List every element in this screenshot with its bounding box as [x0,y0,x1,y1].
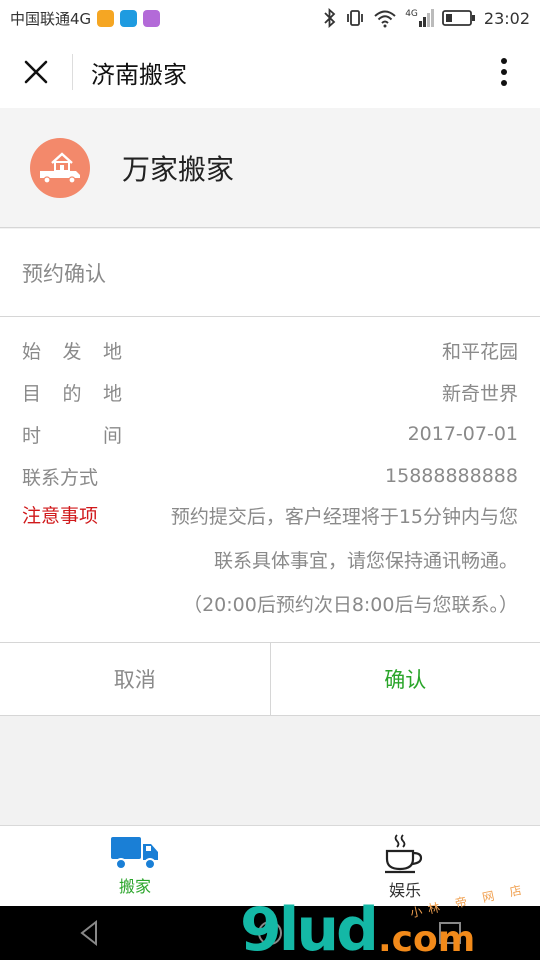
tab-entertainment[interactable]: 娱乐 [270,826,540,906]
destination-label-char: 目 [22,382,42,405]
company-name: 万家搬家 [122,152,235,186]
notice-line: （20:00后预约次日8:00后与您联系。） [183,594,518,616]
confirmation-title: 预约确认 [0,229,540,317]
carrier-label: 中国联通4G [10,9,92,28]
vibrate-icon [347,10,364,26]
destination-row: 目 的 地 新奇世界 [22,371,518,413]
confirm-button[interactable]: 确认 [271,643,540,715]
coffee-cup-icon [385,834,423,874]
confirmation-card: 预约确认 始 发 地 和平花园 目 的 地 新奇世界 时 间 2017-07-0… [0,229,540,642]
close-icon [24,60,48,84]
destination-label: 目 的 地 [22,379,122,406]
tab-bar: 搬家 娱乐 [0,825,540,906]
notice-label: 注意事项 [22,505,99,527]
system-nav-bar [0,906,540,960]
notice-line: 联系具体事宜，请您保持通讯畅通。 [213,550,518,572]
recents-icon[interactable] [436,919,464,947]
bluetooth-icon [324,8,336,28]
close-button[interactable] [0,36,72,108]
time-label-char: 间 [102,424,122,447]
battery-icon [441,10,475,26]
time-label-char: 时 [22,424,42,447]
time-row: 时 间 2017-07-01 [22,413,518,455]
message-app-icon [120,9,138,27]
cancel-button[interactable]: 取消 [0,643,271,715]
network-type-label: 4G [405,9,418,19]
more-vertical-icon [501,58,507,86]
contact-row: 联系方式 15888888888 [22,455,518,497]
time-label: 时 间 [22,421,122,448]
wifi-icon [374,10,396,28]
destination-label-char: 地 [102,382,122,405]
origin-label-char: 地 [102,340,122,363]
notification-app-icon [97,9,115,27]
status-left: 中国联通4G [10,8,161,29]
origin-label-char: 发 [62,340,82,363]
notice-text: 预约提交后，客户经理将于15分钟内与您 联系具体事宜，请您保持通讯畅通。 （20… [132,495,518,627]
gallery-app-icon [143,9,161,27]
company-header: 万家搬家 [0,108,540,228]
signal-icon: 4G [405,9,434,27]
company-logo [30,137,90,198]
destination-label-char: 的 [62,382,82,405]
action-bar: 取消 确认 [0,642,540,716]
notice-line: 预约提交后，客户经理将于15分钟内与您 [170,506,518,528]
moving-truck-house-icon [40,151,80,184]
home-icon[interactable] [256,919,284,947]
origin-row: 始 发 地 和平花园 [22,329,518,371]
page-title: 济南搬家 [91,60,187,89]
contact-value: 15888888888 [385,465,518,487]
clock: 23:02 [483,8,530,28]
destination-value: 新奇世界 [441,382,518,405]
more-button[interactable] [468,36,540,108]
tab-moving[interactable]: 搬家 [0,826,270,906]
contact-label: 联系方式 [22,466,99,489]
title-divider [72,54,73,90]
status-bar: 中国联通4G 4G 23:02 [0,0,540,36]
tab-entertainment-label: 娱乐 [388,881,421,900]
tab-moving-label: 搬家 [118,877,151,896]
origin-label-char: 始 [22,340,42,363]
origin-label: 始 发 地 [22,337,122,364]
back-icon[interactable] [76,919,104,947]
notice-block: 注意事项 预约提交后，客户经理将于15分钟内与您 联系具体事宜，请您保持通讯畅通… [22,503,518,627]
status-right: 4G 23:02 [323,8,530,28]
title-bar: 济南搬家 [0,36,540,108]
detail-rows: 始 发 地 和平花园 目 的 地 新奇世界 时 间 2017-07-01 联系方… [0,317,540,627]
truck-icon [111,837,158,870]
origin-value: 和平花园 [441,340,518,363]
time-value: 2017-07-01 [407,423,518,445]
